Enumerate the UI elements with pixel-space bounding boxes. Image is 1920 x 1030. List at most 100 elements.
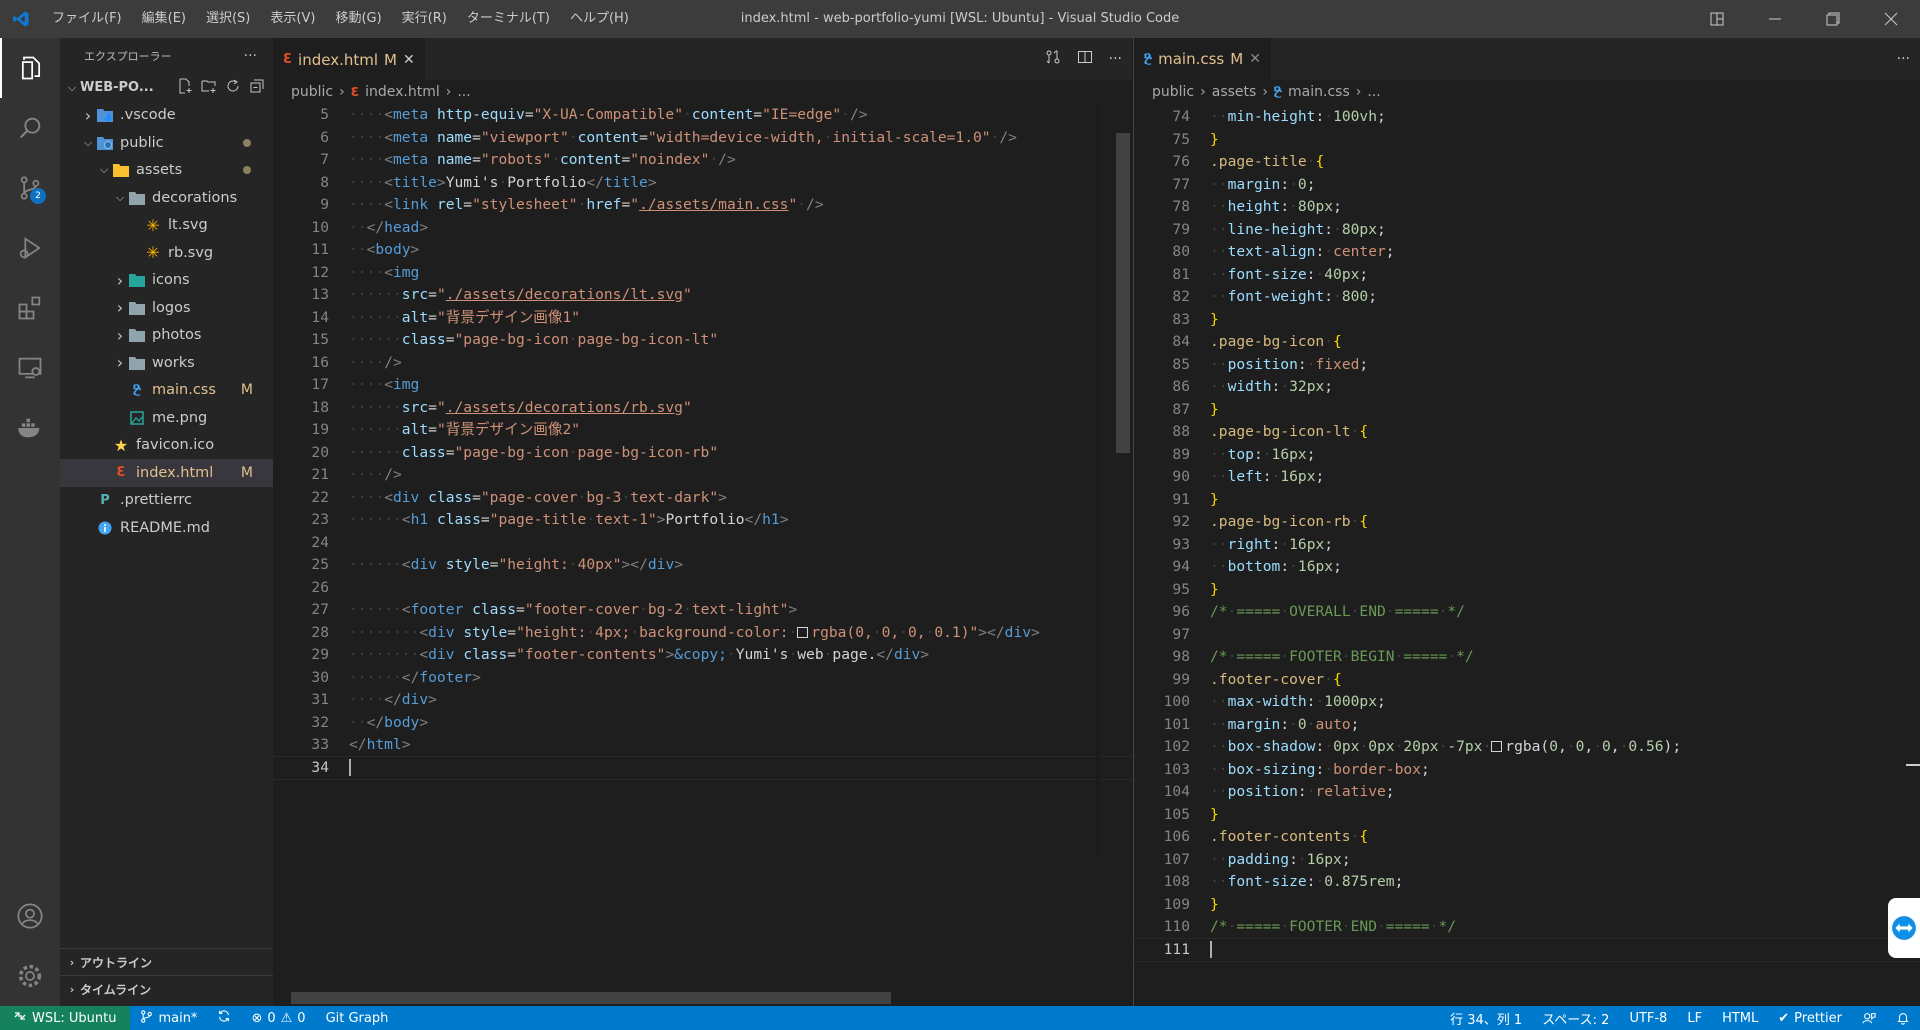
code-line[interactable]: 104 ··position:·relative; xyxy=(1134,781,1920,804)
menu-item[interactable]: ファイル(F) xyxy=(42,0,132,38)
tree-item[interactable]: ✳ rb.svg xyxy=(60,239,273,267)
tree-item[interactable]: › icons xyxy=(60,267,273,295)
breadcrumb-item[interactable]: main.css xyxy=(1288,84,1350,100)
code-line[interactable]: 34 xyxy=(273,755,1132,780)
split-editor-icon[interactable] xyxy=(1077,49,1093,69)
end-of-line[interactable]: LF xyxy=(1677,1011,1712,1026)
encoding[interactable]: UTF-8 xyxy=(1619,1011,1677,1026)
layout-icon[interactable] xyxy=(1688,0,1746,38)
tree-item[interactable]: › photos xyxy=(60,322,273,350)
tree-item[interactable]: me.png xyxy=(60,404,273,432)
minimize-button[interactable] xyxy=(1746,0,1804,38)
code-line[interactable]: 12 ····<img xyxy=(273,262,1132,285)
code-line[interactable]: 14 ······alt="背景デザイン画像1" xyxy=(273,307,1132,330)
code-line[interactable]: 105} xyxy=(1134,804,1920,827)
code-line[interactable]: 85 ··position:·fixed; xyxy=(1134,354,1920,377)
code-line[interactable]: 15 ······class="page-bg-icon·page-bg-icon… xyxy=(273,329,1132,352)
docker-icon[interactable] xyxy=(0,398,60,458)
code-editor-html[interactable]: 5 ····<meta http-equiv="X-UA-Compatible"·… xyxy=(273,104,1132,1006)
code-line[interactable]: 100 ··max-width:·1000px; xyxy=(1134,691,1920,714)
menu-item[interactable]: ターミナル(T) xyxy=(457,0,560,38)
cursor-position[interactable]: 行 34、列 1 xyxy=(1440,1009,1532,1028)
code-editor-css[interactable]: 74 ··min-height:·100vh; 75} 76 .page-title·{… xyxy=(1134,106,1920,1006)
code-line[interactable]: 23 ······<h1 class="page-title·text-1">Po… xyxy=(273,509,1132,532)
code-line[interactable]: 108 ··font-size:·0.875rem; xyxy=(1134,871,1920,894)
menu-item[interactable]: 表示(V) xyxy=(260,0,325,38)
breadcrumb-item[interactable]: index.html xyxy=(365,84,440,100)
code-line[interactable]: 21 ····/> xyxy=(273,464,1132,487)
code-line[interactable]: 29 ········<div class="footer-contents">&… xyxy=(273,644,1132,667)
feedback-icon[interactable] xyxy=(1852,1011,1886,1025)
code-line[interactable]: 106 .footer-contents·{ xyxy=(1134,826,1920,849)
menu-item[interactable]: 実行(R) xyxy=(392,0,457,38)
code-line[interactable]: 92 .page-bg-icon-rb·{ xyxy=(1134,511,1920,534)
code-line[interactable]: 107 ··padding:·16px; xyxy=(1134,849,1920,872)
code-line[interactable]: 89 ··top:·16px; xyxy=(1134,444,1920,467)
breadcrumb-item[interactable]: public xyxy=(291,84,333,100)
code-line[interactable]: 11 ··<body> xyxy=(273,239,1132,262)
code-line[interactable]: 94 ··bottom:·16px; xyxy=(1134,556,1920,579)
notifications-bell-icon[interactable] xyxy=(1886,1011,1920,1025)
code-line[interactable]: 31 ····</div> xyxy=(273,689,1132,712)
code-line[interactable]: 110 /*·=====·FOOTER·END·=====·*/ xyxy=(1134,916,1920,939)
source-control-icon[interactable]: 2 xyxy=(0,158,60,218)
problems-status[interactable]: ⊗ 0 ⚠ 0 xyxy=(241,1011,315,1026)
tree-item[interactable]: › .vscode xyxy=(60,102,273,130)
teamviewer-widget-icon[interactable] xyxy=(1888,898,1920,958)
timeline-section[interactable]: › タイムライン xyxy=(60,975,273,1002)
tree-item[interactable]: README.md xyxy=(60,514,273,542)
code-line[interactable]: 22 ····<div class="page-cover·bg-3·text-d… xyxy=(273,487,1132,510)
code-line[interactable]: 75} xyxy=(1134,129,1920,152)
code-line[interactable]: 76 .page-title·{ xyxy=(1134,151,1920,174)
code-line[interactable]: 88 .page-bg-icon-lt·{ xyxy=(1134,421,1920,444)
explorer-icon[interactable] xyxy=(0,38,60,98)
vertical-scrollbar[interactable] xyxy=(1116,133,1130,453)
tree-item[interactable]: Ɛindex.html M xyxy=(60,459,273,487)
code-line[interactable]: 103 ··box-sizing:·border-box; xyxy=(1134,759,1920,782)
tree-item[interactable]: Ⳉmain.css M xyxy=(60,377,273,405)
code-line[interactable]: 81 ··font-size:·40px; xyxy=(1134,264,1920,287)
code-line[interactable]: 18 ······src="./assets/decorations/rb.svg… xyxy=(273,397,1132,420)
tree-item[interactable]: ✳ lt.svg xyxy=(60,212,273,240)
color-swatch-icon[interactable] xyxy=(797,626,809,638)
code-line[interactable]: 95} xyxy=(1134,579,1920,602)
tree-item[interactable]: ⌵ public xyxy=(60,129,273,157)
code-line[interactable]: 30 ······</footer> xyxy=(273,667,1132,690)
code-line[interactable]: 10 ··</head> xyxy=(273,217,1132,240)
horizontal-scrollbar[interactable] xyxy=(291,992,891,1004)
remote-indicator[interactable]: WSL: Ubuntu xyxy=(0,1006,131,1030)
tree-item[interactable]: ⌵ assets xyxy=(60,157,273,185)
indentation[interactable]: スペース: 2 xyxy=(1532,1009,1619,1028)
tab-main-css[interactable]: Ⳉ main.css M ✕ xyxy=(1134,38,1271,80)
code-line[interactable]: 97 xyxy=(1134,624,1920,647)
code-line[interactable]: 74 ··min-height:·100vh; xyxy=(1134,106,1920,129)
menu-item[interactable]: 選択(S) xyxy=(196,0,260,38)
code-line[interactable]: 5 ····<meta http-equiv="X-UA-Compatible"·… xyxy=(273,104,1132,127)
code-line[interactable]: 9 ····<link rel="stylesheet"·href="./asse… xyxy=(273,194,1132,217)
code-line[interactable]: 111 xyxy=(1134,937,1920,962)
code-line[interactable]: 99 .footer-cover·{ xyxy=(1134,669,1920,692)
new-folder-icon[interactable] xyxy=(201,78,217,98)
tree-item[interactable]: › logos xyxy=(60,294,273,322)
code-line[interactable]: 7 ····<meta name="robots"·content="noinde… xyxy=(273,149,1132,172)
color-swatch-icon[interactable] xyxy=(1491,741,1503,752)
language-mode[interactable]: HTML xyxy=(1712,1011,1768,1026)
run-debug-icon[interactable] xyxy=(0,218,60,278)
code-line[interactable]: 13 ······src="./assets/decorations/lt.svg… xyxy=(273,284,1132,307)
code-line[interactable]: 77 ··margin:·0; xyxy=(1134,174,1920,197)
code-line[interactable]: 33 </html> xyxy=(273,734,1132,757)
menu-item[interactable]: 移動(G) xyxy=(325,0,391,38)
code-line[interactable]: 83} xyxy=(1134,309,1920,332)
menu-item[interactable]: ヘルプ(H) xyxy=(560,0,639,38)
new-file-icon[interactable] xyxy=(177,78,193,98)
code-line[interactable]: 96 /*·=====·OVERALL·END·=====·*/ xyxy=(1134,601,1920,624)
code-line[interactable]: 28 ········<div style="height:·4px;·backg… xyxy=(273,622,1132,645)
tab-index-html[interactable]: Ɛ index.html M ✕ xyxy=(273,38,425,80)
code-line[interactable]: 24 xyxy=(273,532,1132,555)
menu-item[interactable]: 編集(E) xyxy=(132,0,196,38)
breadcrumb-item[interactable]: ... xyxy=(1367,84,1380,100)
tree-item[interactable]: ⌵ decorations xyxy=(60,184,273,212)
refresh-icon[interactable] xyxy=(225,78,241,98)
restore-button[interactable] xyxy=(1804,0,1862,38)
code-line[interactable]: 87} xyxy=(1134,399,1920,422)
